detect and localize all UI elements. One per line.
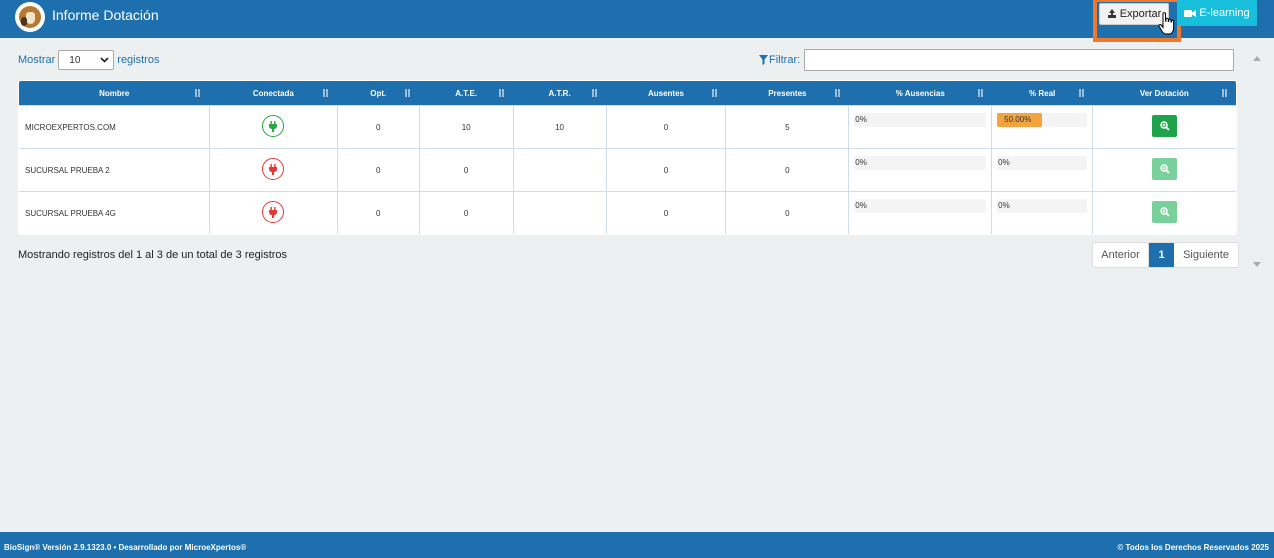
view-dotacion-button[interactable] [1152, 201, 1178, 223]
table-info: Mostrando registros del 1 al 3 de un tot… [18, 249, 288, 261]
sort-icon [592, 89, 598, 97]
col-presentes[interactable]: Presentes [725, 81, 849, 106]
page-title: Informe Dotación [52, 7, 159, 23]
sort-icon [834, 89, 841, 97]
table-header-row: Nombre Conectada Opt. A.T.E. A.T.R. Ause… [19, 81, 1236, 106]
cell-nombre: SUCURSAL PRUEBA 4G [19, 191, 210, 234]
zoom-in-icon [1160, 207, 1170, 217]
cell-ate: 10 [418, 105, 514, 149]
records-label: registros [117, 54, 160, 66]
cell-ver-dotacion [1092, 148, 1236, 192]
scroll-down-arrow-icon[interactable] [1253, 262, 1261, 267]
cell-ausentes: 0 [605, 105, 727, 149]
cell-ate: 0 [418, 191, 514, 234]
col-atr[interactable]: A.T.R. [513, 81, 607, 106]
cell-presentes: 5 [725, 105, 850, 149]
page-length-select[interactable]: 10 [58, 50, 115, 70]
show-label: Mostrar [18, 54, 56, 66]
cell-pct-ausencias: 0% [848, 191, 993, 234]
footer: BioSign® Versión 2.9.1323.0 • Desarrolla… [0, 532, 1274, 558]
col-nombre[interactable]: Nombre [19, 81, 210, 106]
dotacion-table: Nombre Conectada Opt. A.T.E. A.T.R. Ause… [18, 80, 1237, 235]
pagination-prev[interactable]: Anterior [1093, 243, 1149, 267]
export-label: Exportar [1119, 8, 1162, 20]
pagination: Anterior 1 Siguiente [1092, 242, 1239, 268]
col-ate[interactable]: A.T.E. [419, 81, 514, 106]
cell-conectada [208, 148, 338, 192]
scroll-up-arrow-icon[interactable] [1253, 56, 1261, 61]
progress-bar-real: 0% [997, 199, 1088, 213]
cell-conectada [208, 105, 338, 149]
cell-presentes: 0 [725, 191, 850, 234]
table-row: SUCURSAL PRUEBA 4G 0 0 0 0 0% 0% [19, 191, 1236, 234]
cell-nombre: MICROEXPERTOS.COM [19, 105, 210, 149]
filter-icon [759, 55, 768, 65]
zoom-in-icon [1160, 121, 1170, 131]
cell-atr: 10 [512, 105, 607, 149]
cell-opt: 0 [336, 105, 420, 149]
cell-presentes: 0 [725, 148, 850, 192]
cell-ver-dotacion [1092, 191, 1236, 234]
chevron-down-icon [100, 57, 109, 63]
top-bar: Informe Dotación Exportar E-learning [0, 0, 1274, 42]
cell-opt: 0 [336, 148, 420, 192]
cell-pct-ausencias: 0% [848, 148, 993, 192]
sort-icon [405, 89, 411, 97]
cell-pct-real: 50.00% [991, 105, 1094, 149]
sort-icon [711, 89, 718, 97]
sort-icon [1078, 89, 1085, 97]
progress-bar-real: 0% [997, 156, 1088, 170]
col-ausentes[interactable]: Ausentes [606, 81, 726, 106]
cell-pct-ausencias: 0% [848, 105, 993, 149]
elearning-label: E-learning [1199, 7, 1250, 19]
sort-icon [499, 89, 505, 97]
table-row: SUCURSAL PRUEBA 2 0 0 0 0 0% 0% [19, 148, 1236, 192]
sort-icon [1222, 89, 1228, 97]
progress-bar-ausencias: 0% [854, 199, 987, 213]
filter-control: Filtrar: [759, 49, 1235, 71]
cell-ver-dotacion [1092, 105, 1236, 149]
view-dotacion-button[interactable] [1152, 115, 1178, 137]
cell-ausentes: 0 [605, 148, 727, 192]
cell-atr [512, 191, 607, 234]
cell-pct-real: 0% [991, 148, 1094, 192]
filter-input[interactable] [804, 49, 1235, 71]
export-icon [1107, 9, 1116, 18]
zoom-in-icon [1160, 164, 1170, 174]
pagination-next[interactable]: Siguiente [1174, 243, 1238, 267]
view-dotacion-button[interactable] [1152, 158, 1178, 180]
footer-version: BioSign® Versión 2.9.1323.0 • Desarrolla… [4, 543, 247, 552]
video-camera-icon [1184, 9, 1197, 17]
hand-pointer-icon [1158, 12, 1175, 35]
col-ver-dotacion[interactable]: Ver Dotación [1092, 81, 1236, 106]
cell-ausentes: 0 [605, 191, 727, 234]
sort-icon [195, 89, 201, 97]
pagination-page-1[interactable]: 1 [1149, 243, 1174, 267]
elearning-button[interactable]: E-learning [1177, 0, 1257, 26]
sort-icon [323, 89, 329, 97]
progress-bar-ausencias: 0% [854, 156, 987, 170]
page-length-control: Mostrar 10 registros [18, 50, 159, 70]
progress-bar-real: 50.00% [997, 113, 1088, 127]
cell-conectada [208, 191, 338, 234]
cell-opt: 0 [336, 191, 420, 234]
col-opt[interactable]: Opt. [337, 81, 420, 106]
filter-label: Filtrar: [769, 54, 801, 66]
footer-copyright: © Todos los Derechos Reservados 2025 [1117, 543, 1269, 552]
progress-bar-ausencias: 0% [854, 113, 987, 127]
col-pct-ausencias[interactable]: % Ausencias [848, 81, 992, 106]
col-conectada[interactable]: Conectada [209, 81, 338, 106]
plug-icon [262, 201, 285, 223]
table-row: MICROEXPERTOS.COM 0 10 10 0 5 0% 50.00% [19, 105, 1236, 149]
page-length-value: 10 [69, 54, 81, 66]
cell-nombre: SUCURSAL PRUEBA 2 [19, 148, 210, 192]
plug-icon [262, 158, 285, 180]
cell-ate: 0 [418, 148, 514, 192]
cell-atr [512, 148, 607, 192]
app-logo [15, 2, 45, 32]
sort-icon [977, 89, 984, 97]
cell-pct-real: 0% [991, 191, 1094, 234]
plug-icon [262, 115, 285, 137]
col-pct-real[interactable]: % Real [991, 81, 1093, 106]
